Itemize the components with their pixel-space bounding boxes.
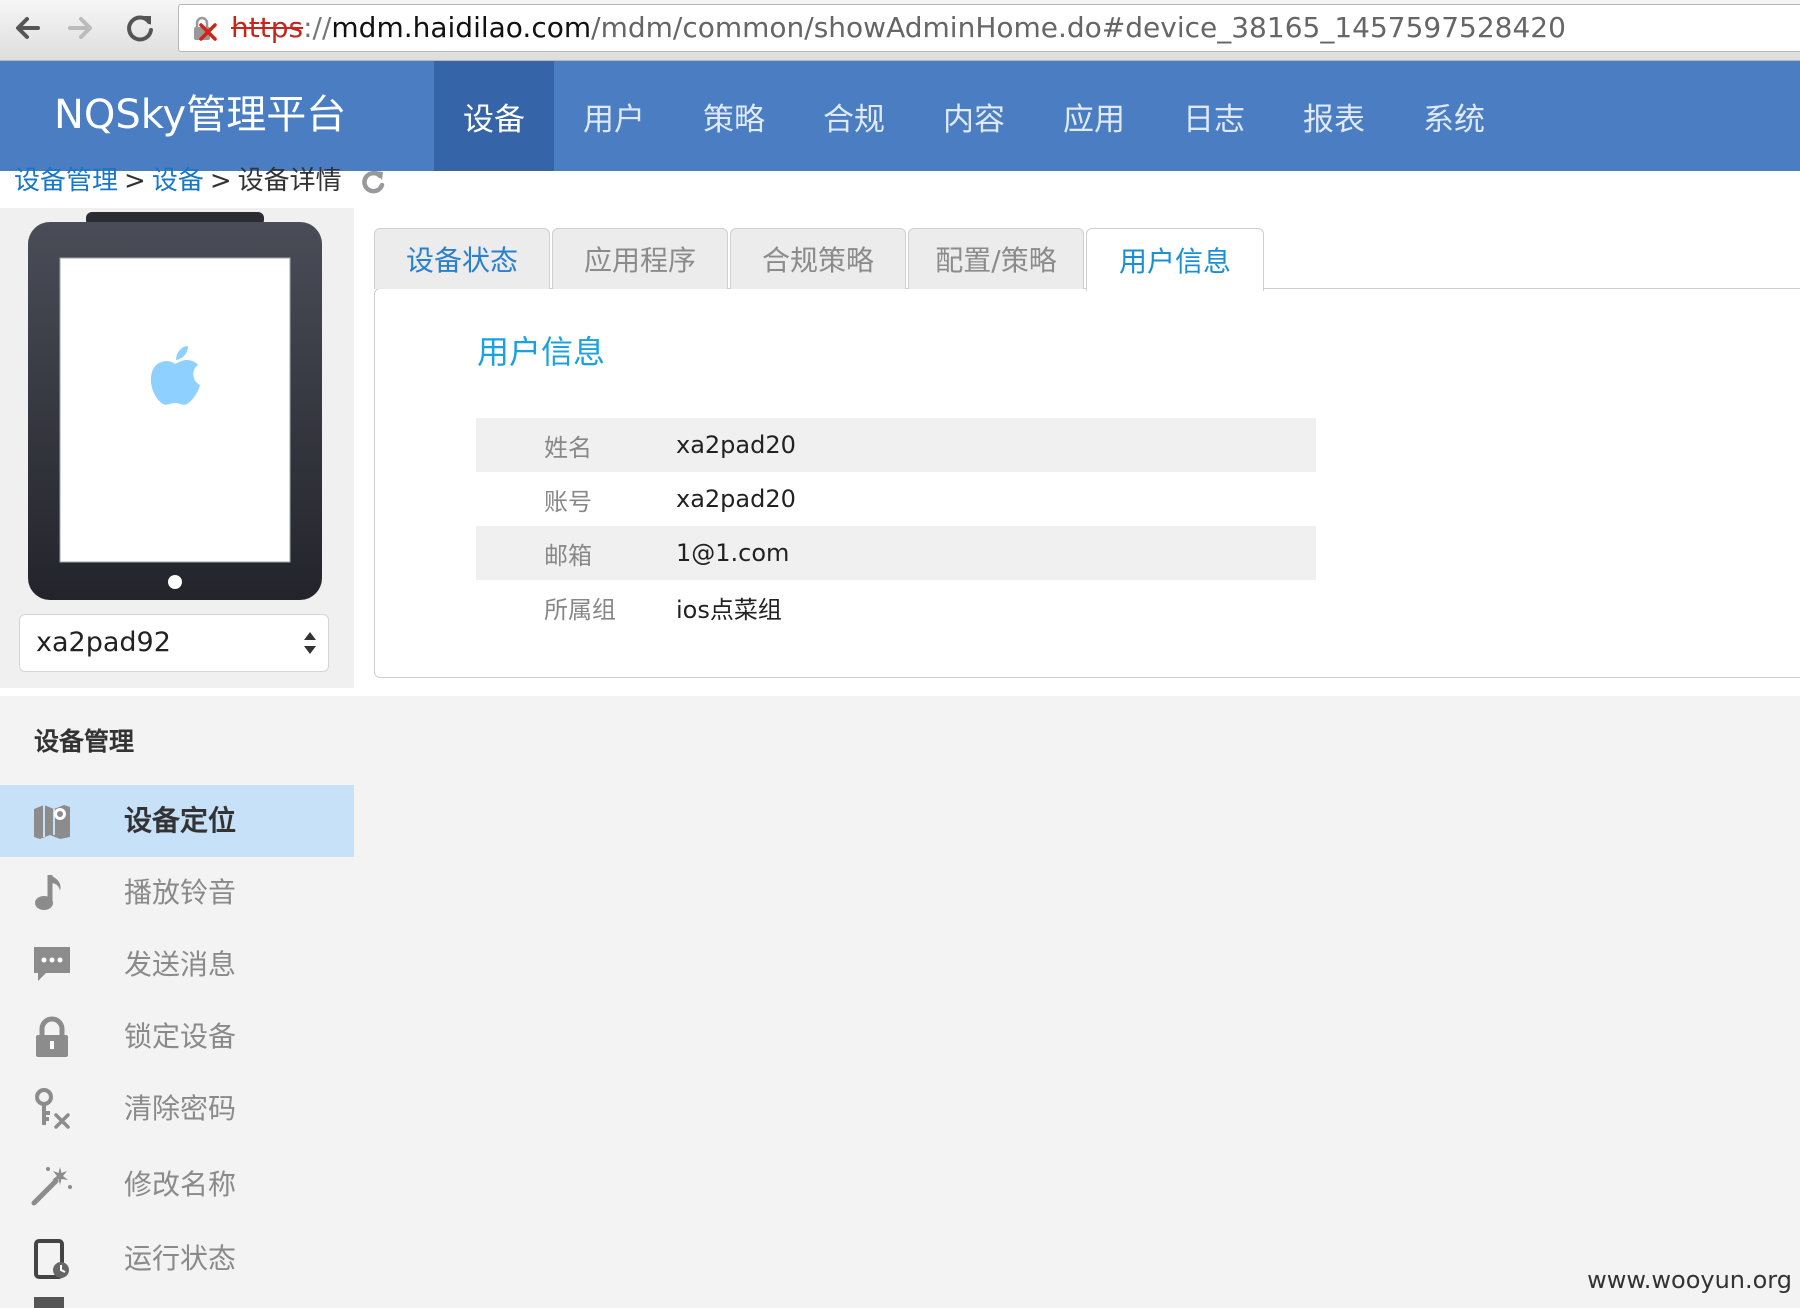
section-title: 用户信息 — [477, 333, 606, 371]
url-scheme: https — [231, 11, 304, 44]
key-clear-icon — [35, 1088, 70, 1129]
nav-apps[interactable]: 应用 — [1034, 61, 1154, 171]
tab-compliance-policy[interactable]: 合规策略 — [730, 228, 906, 289]
tab-config-policy[interactable]: 配置/策略 — [908, 228, 1084, 289]
breadcrumb-device[interactable]: 设备 — [152, 166, 204, 196]
nav-policy[interactable]: 策略 — [674, 61, 794, 171]
table-row: 账号 xa2pad20 — [476, 472, 1316, 526]
sidebar-item-clear-password[interactable]: 清除密码 — [0, 1073, 354, 1145]
breadcrumb-device-detail: 设备详情 — [237, 166, 342, 196]
browser-toolbar: https://mdm.haidilao.com/mdm/common/show… — [0, 0, 1800, 61]
url-host: mdm.haidilao.com — [331, 11, 592, 44]
message-icon — [34, 947, 70, 981]
field-label: 账号 — [544, 487, 592, 516]
field-value: 1@1.com — [676, 526, 1316, 580]
breadcrumb: 设备管理 > 设备 > 设备详情 — [14, 161, 388, 201]
sidebar-item-ringtone[interactable]: 播放铃音 — [0, 857, 354, 929]
nav-reports[interactable]: 报表 — [1274, 61, 1394, 171]
url-text: https://mdm.haidilao.com/mdm/common/show… — [231, 11, 1566, 45]
tablet-image — [28, 212, 322, 600]
tab-applications[interactable]: 应用程序 — [552, 228, 728, 289]
sidebar-item-label: 修改名称 — [124, 1168, 237, 1201]
forward-arrow-icon — [68, 17, 92, 39]
table-row: 姓名 xa2pad20 — [476, 418, 1316, 472]
field-value: xa2pad20 — [676, 485, 796, 513]
sidebar-item-label: 发送消息 — [124, 948, 237, 981]
field-value: ios点菜组 — [676, 595, 782, 624]
map-location-icon — [34, 805, 70, 839]
sidebar-item-rename[interactable]: 修改名称 — [0, 1145, 354, 1223]
nav-system[interactable]: 系统 — [1394, 61, 1514, 171]
address-bar[interactable]: https://mdm.haidilao.com/mdm/common/show… — [178, 4, 1800, 52]
sidebar-item-label: 播放铃音 — [124, 876, 237, 909]
sidebar-menu: 设备定位 播放铃音 发送消息 锁定设备 清除密码 修改名称 运行状态 — [0, 785, 354, 1295]
table-row: 邮箱 1@1.com — [476, 526, 1316, 580]
field-label: 姓名 — [476, 418, 676, 472]
back-arrow-icon — [16, 17, 40, 39]
device-select-value: xa2pad92 — [36, 627, 171, 658]
device-status-icon — [34, 1239, 69, 1279]
sidebar-item-running-status[interactable]: 运行状态 — [0, 1223, 354, 1295]
sidebar-title: 设备管理 — [34, 727, 135, 756]
sidebar-item-label: 设备定位 — [124, 804, 237, 837]
tab-device-status[interactable]: 设备状态 — [374, 228, 550, 289]
nav-logs[interactable]: 日志 — [1154, 61, 1274, 171]
sidebar-next-item-icon — [34, 1297, 64, 1308]
user-info-table: 姓名 xa2pad20 账号 xa2pad20 邮箱 1@1.com 所属组 i… — [476, 418, 1316, 634]
lock-icon — [36, 1016, 68, 1057]
field-value: xa2pad20 — [676, 418, 1316, 472]
magic-wand-icon — [31, 1167, 72, 1206]
breadcrumb-separator: > — [124, 166, 146, 196]
nav-content[interactable]: 内容 — [914, 61, 1034, 171]
sidebar-item-send-message[interactable]: 发送消息 — [0, 929, 354, 1001]
field-label: 所属组 — [544, 595, 616, 624]
app-header: NQSky管理平台 设备 用户 策略 合规 内容 应用 日志 报表 系统 — [0, 61, 1800, 172]
main-nav: 设备 用户 策略 合规 内容 应用 日志 报表 系统 — [434, 61, 1514, 171]
field-label: 邮箱 — [476, 526, 676, 580]
sidebar-item-lock-device[interactable]: 锁定设备 — [0, 1001, 354, 1073]
refresh-icon[interactable] — [358, 167, 388, 197]
nav-device[interactable]: 设备 — [434, 61, 554, 171]
breadcrumb-separator: > — [209, 166, 232, 196]
url-separator: :// — [303, 11, 332, 44]
sidebar-item-label: 锁定设备 — [124, 1020, 237, 1053]
device-select[interactable]: xa2pad92 — [19, 614, 329, 672]
watermark: www.wooyun.org — [1587, 1266, 1792, 1294]
reload-button[interactable] — [120, 8, 160, 48]
breadcrumb-device-management[interactable]: 设备管理 — [14, 166, 118, 196]
tab-user-info[interactable]: 用户信息 — [1086, 228, 1264, 291]
nav-user[interactable]: 用户 — [554, 61, 674, 171]
music-note-icon — [35, 875, 61, 910]
url-path: /mdm/common/showAdminHome.do#device_3816… — [591, 11, 1566, 44]
forward-button[interactable] — [60, 8, 100, 48]
nav-compliance[interactable]: 合规 — [794, 61, 914, 171]
sidebar-item-locate[interactable]: 设备定位 — [0, 785, 354, 857]
table-row: 所属组 ios点菜组 — [476, 580, 1316, 634]
reload-icon — [127, 15, 153, 42]
back-button[interactable] — [8, 8, 48, 48]
insecure-lock-icon — [194, 16, 217, 41]
select-arrows-icon — [304, 632, 316, 654]
detail-tabs: 设备状态 应用程序 合规策略 配置/策略 用户信息 — [374, 228, 1266, 291]
brand-title[interactable]: NQSky管理平台 — [54, 87, 346, 143]
sidebar-item-label: 运行状态 — [124, 1242, 237, 1275]
sidebar-item-label: 清除密码 — [124, 1092, 237, 1125]
